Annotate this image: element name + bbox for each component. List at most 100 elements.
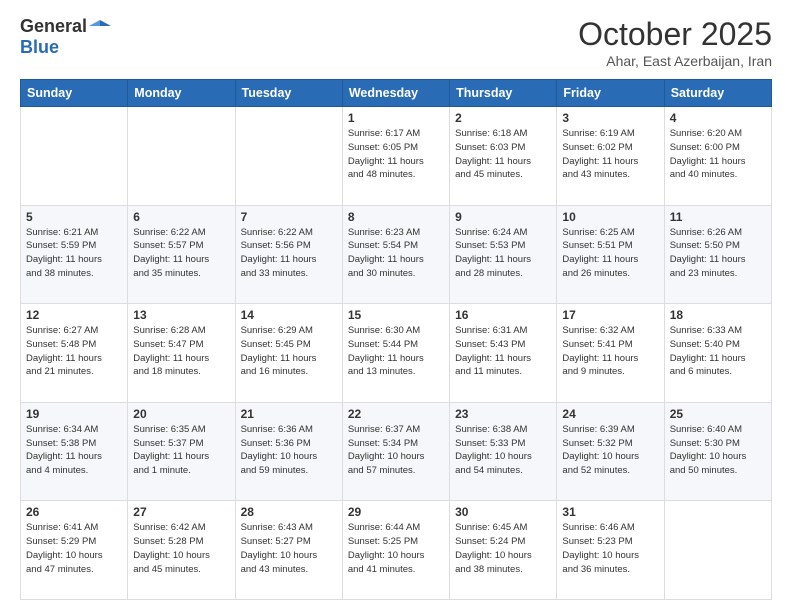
day-info: Sunrise: 6:26 AM Sunset: 5:50 PM Dayligh… <box>670 226 766 281</box>
day-number: 7 <box>241 210 337 224</box>
day-info: Sunrise: 6:40 AM Sunset: 5:30 PM Dayligh… <box>670 423 766 478</box>
table-row: 17 Sunrise: 6:32 AM Sunset: 5:41 PM Dayli… <box>557 304 664 403</box>
table-row <box>128 107 235 206</box>
col-saturday: Saturday <box>664 80 771 107</box>
day-info: Sunrise: 6:35 AM Sunset: 5:37 PM Dayligh… <box>133 423 229 478</box>
table-row: 2 Sunrise: 6:18 AM Sunset: 6:03 PM Daylig… <box>450 107 557 206</box>
table-row: 27 Sunrise: 6:42 AM Sunset: 5:28 PM Dayli… <box>128 501 235 600</box>
table-row: 23Sunrise: 6:38 AM Sunset: 5:33 PM Dayli… <box>450 402 557 501</box>
day-number: 31 <box>562 505 658 519</box>
table-row: 31 Sunrise: 6:46 AM Sunset: 5:23 PM Dayli… <box>557 501 664 600</box>
table-row: 12Sunrise: 6:27 AM Sunset: 5:48 PM Dayli… <box>21 304 128 403</box>
day-info: Sunrise: 6:33 AM Sunset: 5:40 PM Dayligh… <box>670 324 766 379</box>
table-row: 6 Sunrise: 6:22 AM Sunset: 5:57 PM Daylig… <box>128 205 235 304</box>
calendar-header-row: Sunday Monday Tuesday Wednesday Thursday… <box>21 80 772 107</box>
logo: General Blue <box>20 16 111 58</box>
day-info: Sunrise: 6:19 AM Sunset: 6:02 PM Dayligh… <box>562 127 658 182</box>
day-number: 23 <box>455 407 551 421</box>
day-info: Sunrise: 6:45 AM Sunset: 5:24 PM Dayligh… <box>455 521 551 576</box>
day-number: 30 <box>455 505 551 519</box>
table-row: 21Sunrise: 6:36 AM Sunset: 5:36 PM Dayli… <box>235 402 342 501</box>
day-info: Sunrise: 6:22 AM Sunset: 5:56 PM Dayligh… <box>241 226 337 281</box>
day-number: 17 <box>562 308 658 322</box>
day-number: 28 <box>241 505 337 519</box>
day-info: Sunrise: 6:22 AM Sunset: 5:57 PM Dayligh… <box>133 226 229 281</box>
day-number: 14 <box>241 308 337 322</box>
day-number: 24 <box>562 407 658 421</box>
day-number: 18 <box>670 308 766 322</box>
day-info: Sunrise: 6:36 AM Sunset: 5:36 PM Dayligh… <box>241 423 337 478</box>
table-row: 29 Sunrise: 6:44 AM Sunset: 5:25 PM Dayli… <box>342 501 449 600</box>
day-number: 15 <box>348 308 444 322</box>
table-row: 11 Sunrise: 6:26 AM Sunset: 5:50 PM Dayli… <box>664 205 771 304</box>
day-info: Sunrise: 6:30 AM Sunset: 5:44 PM Dayligh… <box>348 324 444 379</box>
calendar-week-row: 5 Sunrise: 6:21 AM Sunset: 5:59 PM Daylig… <box>21 205 772 304</box>
col-wednesday: Wednesday <box>342 80 449 107</box>
day-info: Sunrise: 6:21 AM Sunset: 5:59 PM Dayligh… <box>26 226 122 281</box>
day-info: Sunrise: 6:41 AM Sunset: 5:29 PM Dayligh… <box>26 521 122 576</box>
day-number: 8 <box>348 210 444 224</box>
table-row: 1Sunrise: 6:17 AM Sunset: 6:05 PM Daylig… <box>342 107 449 206</box>
day-info: Sunrise: 6:20 AM Sunset: 6:00 PM Dayligh… <box>670 127 766 182</box>
col-friday: Friday <box>557 80 664 107</box>
table-row: 8 Sunrise: 6:23 AM Sunset: 5:54 PM Daylig… <box>342 205 449 304</box>
table-row: 28Sunrise: 6:43 AM Sunset: 5:27 PM Dayli… <box>235 501 342 600</box>
day-info: Sunrise: 6:39 AM Sunset: 5:32 PM Dayligh… <box>562 423 658 478</box>
calendar-table: Sunday Monday Tuesday Wednesday Thursday… <box>20 79 772 600</box>
logo-bird-icon <box>89 16 111 38</box>
day-number: 19 <box>26 407 122 421</box>
logo-general: General <box>20 16 111 38</box>
day-number: 25 <box>670 407 766 421</box>
day-info: Sunrise: 6:28 AM Sunset: 5:47 PM Dayligh… <box>133 324 229 379</box>
day-number: 3 <box>562 111 658 125</box>
day-number: 26 <box>26 505 122 519</box>
day-info: Sunrise: 6:34 AM Sunset: 5:38 PM Dayligh… <box>26 423 122 478</box>
table-row: 22 Sunrise: 6:37 AM Sunset: 5:34 PM Dayli… <box>342 402 449 501</box>
day-info: Sunrise: 6:37 AM Sunset: 5:34 PM Dayligh… <box>348 423 444 478</box>
table-row: 16Sunrise: 6:31 AM Sunset: 5:43 PM Dayli… <box>450 304 557 403</box>
table-row: 20Sunrise: 6:35 AM Sunset: 5:37 PM Dayli… <box>128 402 235 501</box>
logo-blue: Blue <box>20 38 111 58</box>
logo-text: General Blue <box>20 16 111 58</box>
day-number: 27 <box>133 505 229 519</box>
table-row: 3 Sunrise: 6:19 AM Sunset: 6:02 PM Daylig… <box>557 107 664 206</box>
day-number: 11 <box>670 210 766 224</box>
calendar-week-row: 1Sunrise: 6:17 AM Sunset: 6:05 PM Daylig… <box>21 107 772 206</box>
table-row: 5 Sunrise: 6:21 AM Sunset: 5:59 PM Daylig… <box>21 205 128 304</box>
day-info: Sunrise: 6:46 AM Sunset: 5:23 PM Dayligh… <box>562 521 658 576</box>
day-info: Sunrise: 6:25 AM Sunset: 5:51 PM Dayligh… <box>562 226 658 281</box>
day-info: Sunrise: 6:18 AM Sunset: 6:03 PM Dayligh… <box>455 127 551 182</box>
calendar-week-row: 26 Sunrise: 6:41 AM Sunset: 5:29 PM Dayli… <box>21 501 772 600</box>
day-info: Sunrise: 6:24 AM Sunset: 5:53 PM Dayligh… <box>455 226 551 281</box>
day-number: 2 <box>455 111 551 125</box>
col-sunday: Sunday <box>21 80 128 107</box>
day-number: 29 <box>348 505 444 519</box>
table-row: 15 Sunrise: 6:30 AM Sunset: 5:44 PM Dayli… <box>342 304 449 403</box>
table-row: 25 Sunrise: 6:40 AM Sunset: 5:30 PM Dayli… <box>664 402 771 501</box>
table-row: 19 Sunrise: 6:34 AM Sunset: 5:38 PM Dayli… <box>21 402 128 501</box>
page: General Blue October 2025 Ahar, East Aze… <box>0 0 792 612</box>
day-number: 6 <box>133 210 229 224</box>
day-number: 9 <box>455 210 551 224</box>
day-info: Sunrise: 6:31 AM Sunset: 5:43 PM Dayligh… <box>455 324 551 379</box>
day-number: 22 <box>348 407 444 421</box>
day-number: 5 <box>26 210 122 224</box>
table-row: 24 Sunrise: 6:39 AM Sunset: 5:32 PM Dayli… <box>557 402 664 501</box>
table-row: 30 Sunrise: 6:45 AM Sunset: 5:24 PM Dayli… <box>450 501 557 600</box>
day-info: Sunrise: 6:23 AM Sunset: 5:54 PM Dayligh… <box>348 226 444 281</box>
day-info: Sunrise: 6:44 AM Sunset: 5:25 PM Dayligh… <box>348 521 444 576</box>
day-number: 10 <box>562 210 658 224</box>
day-info: Sunrise: 6:27 AM Sunset: 5:48 PM Dayligh… <box>26 324 122 379</box>
day-info: Sunrise: 6:17 AM Sunset: 6:05 PM Dayligh… <box>348 127 444 182</box>
title-month: October 2025 <box>578 16 772 53</box>
table-row: 7 Sunrise: 6:22 AM Sunset: 5:56 PM Daylig… <box>235 205 342 304</box>
table-row <box>664 501 771 600</box>
calendar-week-row: 19 Sunrise: 6:34 AM Sunset: 5:38 PM Dayli… <box>21 402 772 501</box>
col-tuesday: Tuesday <box>235 80 342 107</box>
day-info: Sunrise: 6:42 AM Sunset: 5:28 PM Dayligh… <box>133 521 229 576</box>
table-row: 9 Sunrise: 6:24 AM Sunset: 5:53 PM Daylig… <box>450 205 557 304</box>
table-row <box>235 107 342 206</box>
day-number: 4 <box>670 111 766 125</box>
col-thursday: Thursday <box>450 80 557 107</box>
day-info: Sunrise: 6:32 AM Sunset: 5:41 PM Dayligh… <box>562 324 658 379</box>
